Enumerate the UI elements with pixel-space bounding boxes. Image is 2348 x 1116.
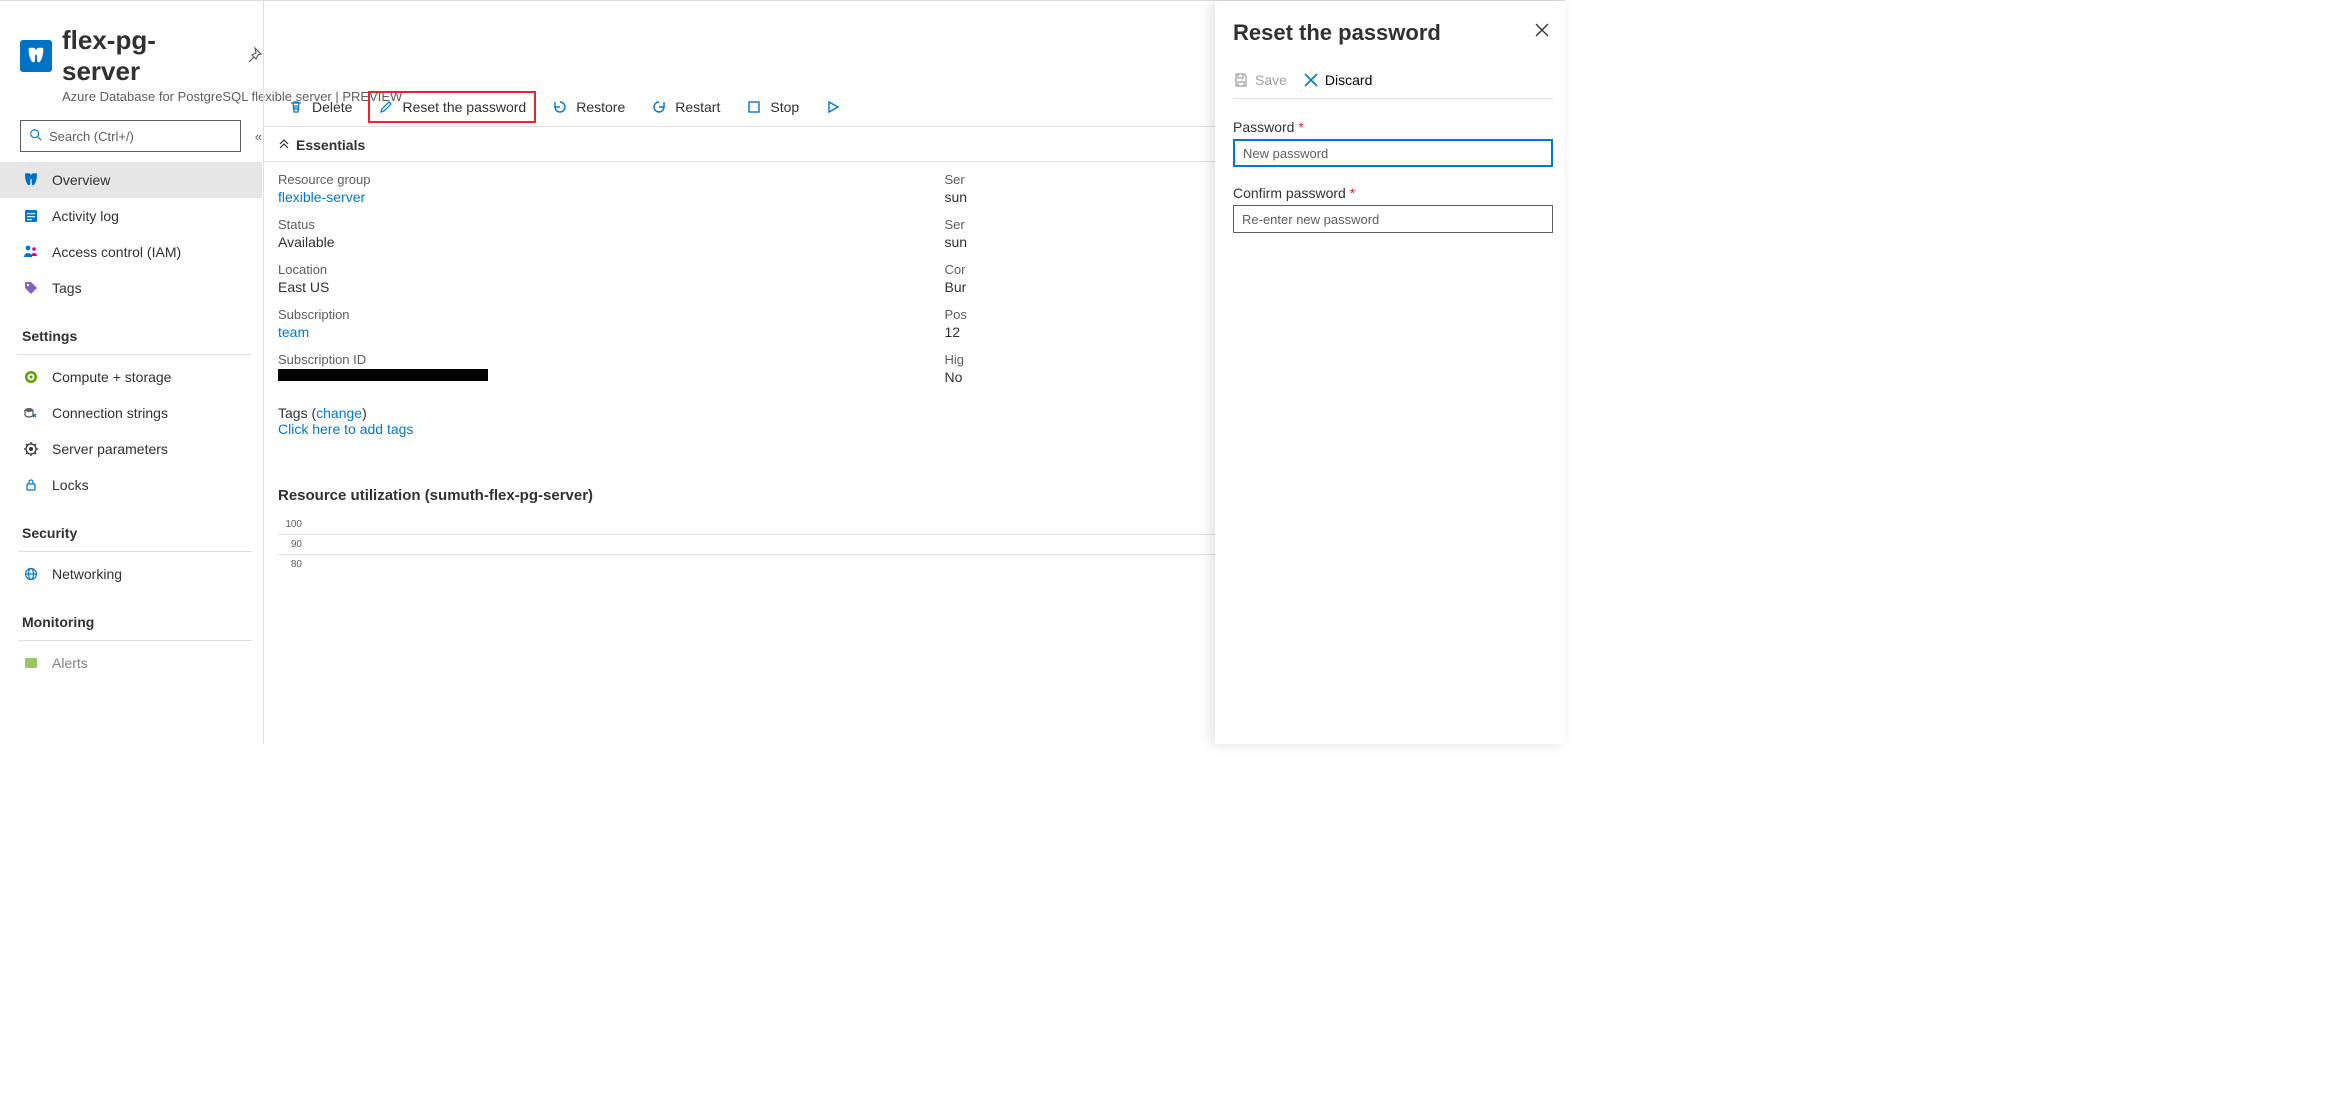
sidebar-item-label: Alerts: [52, 655, 88, 671]
sidebar-item-label: Locks: [52, 477, 89, 493]
discard-label: Discard: [1325, 72, 1372, 88]
chart-tick: 80: [278, 559, 302, 570]
start-icon: [825, 99, 841, 115]
sidebar-item-connection-strings[interactable]: Connection strings: [0, 395, 262, 431]
compute-storage-icon: [22, 368, 40, 386]
save-icon: [1233, 72, 1249, 88]
resource-group-label: Resource group: [278, 172, 885, 187]
sidebar-item-label: Connection strings: [52, 405, 168, 421]
edit-icon: [378, 99, 394, 115]
tags-icon: [22, 279, 40, 297]
sidebar-item-label: Activity log: [52, 208, 119, 224]
resource-group-link[interactable]: flexible-server: [278, 189, 885, 205]
reset-password-panel: Reset the password Save Discard Password…: [1215, 1, 1565, 744]
sidebar-item-label: Server parameters: [52, 441, 168, 457]
tags-add-link[interactable]: Click here to add tags: [278, 421, 413, 437]
panel-title: Reset the password: [1233, 20, 1441, 46]
delete-label: Delete: [312, 99, 352, 115]
save-label: Save: [1255, 72, 1287, 88]
sidebar-item-label: Tags: [52, 280, 82, 296]
tags-change-link[interactable]: change: [316, 405, 362, 421]
sidebar-item-overview[interactable]: Overview: [0, 162, 262, 198]
chart-tick: 100: [278, 519, 302, 530]
pin-icon[interactable]: [246, 47, 262, 66]
stop-label: Stop: [770, 99, 799, 115]
sidebar-group-settings: Settings: [18, 306, 252, 355]
sidebar-item-tags[interactable]: Tags: [0, 270, 262, 306]
delete-icon: [288, 99, 304, 115]
sidebar-search-input[interactable]: [49, 129, 232, 144]
tags-label-end: ): [362, 405, 367, 421]
resource-title: flex-pg-server: [62, 25, 230, 87]
close-panel-button[interactable]: [1531, 19, 1553, 46]
sidebar-item-label: Networking: [52, 566, 122, 582]
restore-button[interactable]: Restore: [542, 91, 635, 123]
networking-icon: [22, 565, 40, 583]
sidebar-item-label: Overview: [52, 172, 110, 188]
start-button[interactable]: [815, 91, 841, 123]
postgresql-icon: [20, 40, 52, 72]
sidebar-item-compute-storage[interactable]: Compute + storage: [0, 359, 262, 395]
sidebar-search[interactable]: [20, 120, 241, 152]
overview-icon: [22, 171, 40, 189]
restart-icon: [651, 99, 667, 115]
sidebar-item-label: Compute + storage: [52, 369, 171, 385]
access-control-icon: [22, 243, 40, 261]
reset-password-button[interactable]: Reset the password: [368, 91, 536, 123]
confirm-password-input[interactable]: [1233, 205, 1553, 233]
locks-icon: [22, 476, 40, 494]
password-input[interactable]: [1233, 139, 1553, 167]
connection-strings-icon: [22, 404, 40, 422]
search-icon: [29, 128, 43, 145]
stop-button[interactable]: Stop: [736, 91, 809, 123]
status-value: Available: [278, 234, 885, 250]
subscription-label: Subscription: [278, 307, 885, 322]
subscription-id-value: [278, 369, 488, 381]
collapse-sidebar-icon[interactable]: «: [255, 129, 262, 144]
sidebar-group-security: Security: [18, 503, 252, 552]
restore-label: Restore: [576, 99, 625, 115]
sidebar-item-access-control[interactable]: Access control (IAM): [0, 234, 262, 270]
discard-icon: [1303, 72, 1319, 88]
location-label: Location: [278, 262, 885, 277]
confirm-password-label: Confirm password *: [1233, 185, 1553, 201]
chart-tick: 90: [278, 539, 302, 550]
resource-title-block: flex-pg-server: [20, 25, 262, 87]
restore-icon: [552, 99, 568, 115]
password-label: Password *: [1233, 119, 1553, 135]
save-button[interactable]: Save: [1233, 72, 1287, 88]
delete-button[interactable]: Delete: [278, 91, 362, 123]
sidebar-item-activity-log[interactable]: Activity log: [0, 198, 262, 234]
close-icon: [1535, 23, 1549, 37]
alerts-icon: [22, 654, 40, 672]
reset-password-label: Reset the password: [402, 99, 526, 115]
sidebar-group-monitoring: Monitoring: [18, 592, 252, 641]
status-label: Status: [278, 217, 885, 232]
activity-log-icon: [22, 207, 40, 225]
sidebar-item-locks[interactable]: Locks: [0, 467, 262, 503]
stop-icon: [746, 99, 762, 115]
location-value: East US: [278, 279, 885, 295]
sidebar-item-alerts[interactable]: Alerts: [0, 645, 262, 681]
resource-subtitle: Azure Database for PostgreSQL flexible s…: [62, 89, 262, 104]
subscription-link[interactable]: team: [278, 324, 885, 340]
discard-button[interactable]: Discard: [1303, 72, 1372, 88]
sidebar: flex-pg-server Azure Database for Postgr…: [0, 1, 263, 744]
essentials-heading: Essentials: [296, 137, 365, 153]
sidebar-item-server-parameters[interactable]: Server parameters: [0, 431, 262, 467]
sidebar-item-label: Access control (IAM): [52, 244, 181, 260]
sidebar-item-networking[interactable]: Networking: [0, 556, 262, 592]
restart-button[interactable]: Restart: [641, 91, 730, 123]
restart-label: Restart: [675, 99, 720, 115]
tags-label: Tags (: [278, 405, 316, 421]
subscription-id-label: Subscription ID: [278, 352, 885, 367]
server-parameters-icon: [22, 440, 40, 458]
chevron-up-icon: [278, 137, 290, 153]
